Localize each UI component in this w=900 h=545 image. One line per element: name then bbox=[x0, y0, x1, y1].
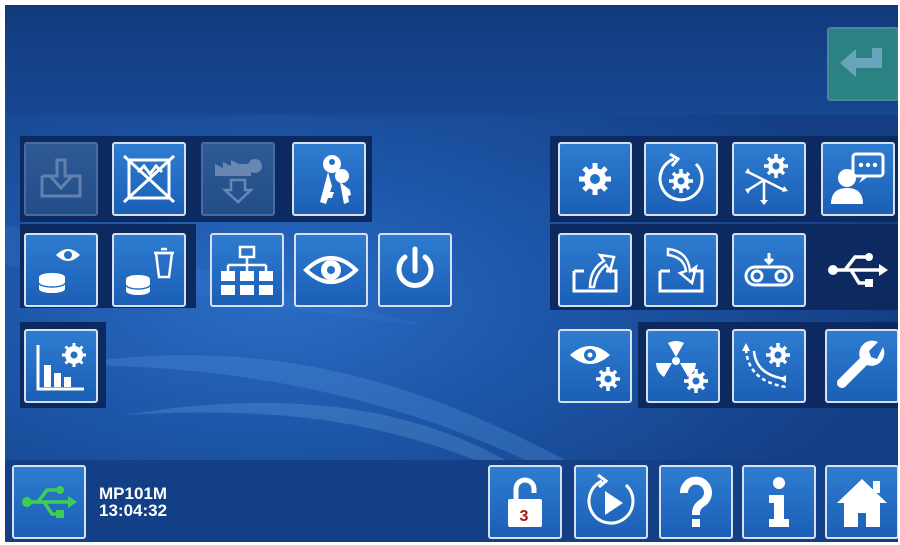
network-button[interactable] bbox=[210, 233, 284, 307]
enter-button[interactable] bbox=[827, 27, 898, 101]
delete-database-icon bbox=[125, 247, 174, 295]
info-button[interactable] bbox=[742, 465, 816, 539]
import-data-icon bbox=[40, 158, 82, 198]
login-lock-button[interactable]: 3 bbox=[488, 465, 562, 539]
factory-download-button[interactable] bbox=[201, 142, 275, 216]
settings-button[interactable] bbox=[558, 142, 632, 216]
calibration-settings-button[interactable] bbox=[732, 329, 806, 403]
help-question-icon bbox=[680, 476, 712, 527]
radiation-settings-button[interactable] bbox=[646, 329, 720, 403]
distribution-settings-button[interactable] bbox=[732, 142, 806, 216]
view-database-button[interactable] bbox=[24, 233, 98, 307]
view-button[interactable] bbox=[294, 233, 368, 307]
enter-return-icon bbox=[840, 48, 882, 77]
user-message-button[interactable] bbox=[821, 142, 895, 216]
keys-button[interactable] bbox=[292, 142, 366, 216]
statistics-settings-button[interactable] bbox=[24, 329, 98, 403]
import-button[interactable] bbox=[644, 233, 718, 307]
view-settings-button[interactable] bbox=[558, 329, 632, 403]
clock-time: 13:04:32 bbox=[99, 501, 168, 520]
view-database-icon bbox=[38, 249, 80, 293]
calibration-settings-icon bbox=[742, 343, 790, 389]
delete-all-icon bbox=[122, 154, 176, 204]
gear-icon bbox=[579, 163, 611, 195]
factory-download-icon bbox=[215, 159, 262, 204]
view-settings-icon bbox=[570, 346, 620, 391]
access-level-number: 3 bbox=[513, 507, 535, 527]
start-cycle-button[interactable] bbox=[574, 465, 648, 539]
play-cycle-icon bbox=[587, 473, 635, 525]
statistics-settings-icon bbox=[36, 343, 86, 391]
delete-database-button[interactable] bbox=[112, 233, 186, 307]
top-bar bbox=[5, 5, 898, 115]
cycle-settings-button[interactable] bbox=[644, 142, 718, 216]
info-icon bbox=[769, 477, 789, 527]
export-icon bbox=[572, 253, 618, 293]
conveyor-icon bbox=[744, 253, 794, 287]
delete-all-button[interactable] bbox=[112, 142, 186, 216]
user-message-icon bbox=[831, 152, 885, 204]
gear-cycle-icon bbox=[658, 152, 704, 202]
gear-distribution-icon bbox=[745, 154, 788, 205]
usb-symbol-icon bbox=[828, 253, 888, 287]
usb-icon bbox=[22, 486, 77, 518]
device-info: MP101M 13:04:32 bbox=[99, 485, 167, 519]
import-data-button[interactable] bbox=[24, 142, 98, 216]
network-icon bbox=[221, 245, 273, 295]
service-tools-button[interactable] bbox=[825, 329, 898, 403]
eye-icon bbox=[303, 256, 359, 284]
usb-status-indicator bbox=[821, 233, 895, 307]
home-icon bbox=[837, 479, 887, 527]
usb-button[interactable] bbox=[12, 465, 86, 539]
home-button[interactable] bbox=[825, 465, 898, 539]
radiation-settings-icon bbox=[656, 341, 708, 393]
export-button[interactable] bbox=[558, 233, 632, 307]
help-button[interactable] bbox=[659, 465, 733, 539]
wrench-icon bbox=[837, 340, 885, 388]
power-button[interactable] bbox=[378, 233, 452, 307]
hmi-screen: MP101M 13:04:32 3 bbox=[5, 5, 898, 542]
device-name: MP101M bbox=[99, 484, 168, 503]
import-icon bbox=[658, 247, 704, 293]
keys-icon bbox=[320, 155, 351, 204]
power-icon bbox=[396, 246, 434, 288]
conveyor-button[interactable] bbox=[732, 233, 806, 307]
